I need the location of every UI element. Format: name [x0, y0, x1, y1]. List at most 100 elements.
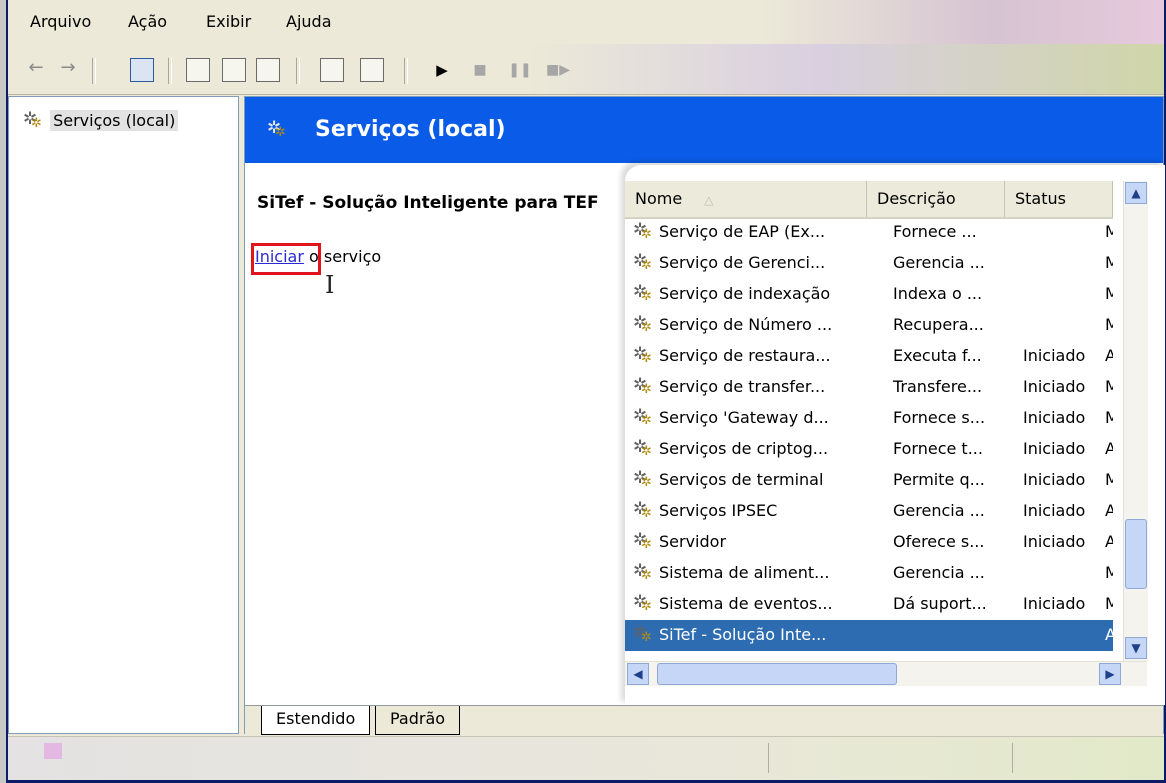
service-description: Gerencia ... — [893, 253, 985, 272]
service-name-text: Serviços IPSEC — [659, 501, 778, 520]
service-startup-type: M — [1105, 315, 1113, 334]
service-startup-type: M — [1105, 222, 1113, 241]
restart-icon[interactable]: ■▶ — [546, 58, 570, 82]
column-label: Nome — [635, 189, 683, 208]
toolbar-separator — [404, 58, 408, 84]
list-item[interactable]: Sistema de eventos... Dá suport... Iniciad… — [625, 589, 1113, 620]
scroll-up-icon[interactable]: ▲ — [1125, 182, 1147, 204]
list-item[interactable]: Serviço de Número ... Recupera... M — [625, 310, 1113, 341]
list-item[interactable]: Serviços de criptog... Fornece t... Inicia… — [625, 434, 1113, 465]
service-name-text: Serviço de restaura... — [659, 346, 831, 365]
service-gear-icon — [633, 563, 659, 584]
back-arrow-icon[interactable]: ← — [24, 56, 48, 80]
menu-arquivo[interactable]: Arquivo — [30, 12, 91, 31]
list-item[interactable]: Serviço de EAP (Ex... Fornece ... M — [625, 217, 1113, 248]
service-description: Recupera... — [893, 315, 984, 334]
list-item[interactable]: Serviço 'Gateway d... Fornece s... Iniciad… — [625, 403, 1113, 434]
list-item[interactable]: Serviço de restaura... Executa f... Inicia… — [625, 341, 1113, 372]
export-list-icon[interactable] — [256, 58, 280, 82]
service-description: Fornece ... — [893, 222, 977, 241]
service-title: SiTef - Solução Inteligente para TEF — [257, 193, 599, 213]
service-startup-type: M — [1105, 594, 1113, 613]
service-startup-type: M — [1105, 470, 1113, 489]
column-header-nome[interactable]: Nome △ — [625, 181, 867, 217]
status-divider — [768, 743, 769, 773]
list-item[interactable]: Serviço de indexação Indexa o ... M — [625, 279, 1113, 310]
service-name-text: Serviço de Gerenci... — [659, 253, 826, 272]
service-status: Iniciado — [1023, 594, 1086, 613]
forward-arrow-icon[interactable]: → — [56, 56, 80, 80]
list-item[interactable]: Serviços de terminal Permite q... Iniciado… — [625, 465, 1113, 496]
list-item[interactable]: Sistema de aliment... Gerencia ... M — [625, 558, 1113, 589]
service-description: Oferece s... — [893, 532, 985, 551]
scroll-thumb[interactable] — [1125, 519, 1147, 589]
list-item[interactable]: SiTef - Solução Inte... A — [625, 620, 1113, 651]
service-startup-type: A — [1105, 439, 1113, 458]
column-header-status[interactable]: Status — [1005, 181, 1113, 217]
refresh-icon[interactable] — [222, 58, 246, 82]
service-gear-icon — [633, 408, 659, 429]
service-name-text: Serviço de Número ... — [659, 315, 833, 334]
pause-icon[interactable]: ❚❚ — [508, 58, 532, 82]
menu-bar: Arquivo Ação Exibir Ajuda — [8, 0, 1164, 44]
service-status: Iniciado — [1023, 501, 1086, 520]
scroll-down-icon[interactable]: ▼ — [1125, 637, 1147, 659]
toolbar-separator — [92, 58, 96, 84]
toolbar: ← → ▶ ■ ❚❚ ■▶ — [8, 44, 1164, 95]
list-item[interactable]: Servidor Oferece s... Iniciado A — [625, 527, 1113, 558]
toolbar-separator — [296, 58, 300, 84]
service-name-text: Serviço de indexação — [659, 284, 831, 303]
service-name-text: Sistema de aliment... — [659, 563, 830, 582]
vertical-scrollbar[interactable]: ▲ ▼ — [1123, 181, 1148, 661]
service-status: Iniciado — [1023, 377, 1086, 396]
service-description: Gerencia ... — [893, 563, 985, 582]
service-name: Servidor — [633, 532, 877, 553]
column-header-descricao[interactable]: Descrição — [867, 181, 1005, 217]
status-bar — [8, 736, 1164, 780]
service-description: Executa f... — [893, 346, 982, 365]
list-header: Nome △ Descrição Status — [625, 181, 1113, 219]
service-status: Iniciado — [1023, 346, 1086, 365]
tree-pane: Serviços (local) — [8, 96, 239, 734]
service-gear-icon — [633, 501, 659, 522]
list-item[interactable]: Serviço de Gerenci... Gerencia ... M — [625, 248, 1113, 279]
service-description: Fornece t... — [893, 439, 983, 458]
scroll-left-icon[interactable]: ◀ — [627, 663, 649, 685]
service-name: Serviço de Gerenci... — [633, 253, 877, 274]
tree-item-servicos-local[interactable]: Serviços (local) — [23, 109, 179, 132]
play-icon[interactable]: ▶ — [430, 58, 454, 82]
tab-padrao[interactable]: Padrão — [375, 706, 461, 735]
help-icon[interactable] — [320, 58, 344, 82]
horizontal-scrollbar[interactable]: ◀ ▶ — [625, 661, 1147, 686]
scroll-right-icon[interactable]: ▶ — [1099, 663, 1121, 685]
stop-icon[interactable]: ■ — [468, 58, 492, 82]
service-startup-type: M — [1105, 377, 1113, 396]
pane-header: Serviços (local) — [245, 97, 1163, 163]
highlight-box — [251, 243, 321, 275]
service-name: Sistema de aliment... — [633, 563, 877, 584]
service-name: Serviço de restaura... — [633, 346, 877, 367]
service-status: Iniciado — [1023, 439, 1086, 458]
service-gear-icon — [633, 315, 659, 336]
menu-ajuda[interactable]: Ajuda — [286, 12, 332, 31]
show-hide-tree-icon[interactable] — [130, 58, 154, 82]
service-gear-icon — [633, 470, 659, 491]
service-startup-type: M — [1105, 253, 1113, 272]
menu-acao[interactable]: Ação — [128, 12, 167, 31]
tab-estendido[interactable]: Estendido — [261, 706, 371, 735]
action-pane-icon[interactable] — [360, 58, 384, 82]
service-name: Serviço de Número ... — [633, 315, 877, 336]
service-name: Serviço 'Gateway d... — [633, 408, 877, 429]
menu-exibir[interactable]: Exibir — [206, 12, 251, 31]
service-name: Serviço de indexação — [633, 284, 877, 305]
service-name-text: Serviço de transfer... — [659, 377, 826, 396]
properties-icon[interactable] — [186, 58, 210, 82]
service-gear-icon — [633, 377, 659, 398]
service-gear-icon — [633, 284, 659, 305]
pane-title: Serviços (local) — [315, 117, 506, 142]
service-startup-type: M — [1105, 563, 1113, 582]
scroll-thumb[interactable] — [657, 663, 897, 685]
service-startup-type: A — [1105, 625, 1113, 644]
list-item[interactable]: Serviços IPSEC Gerencia ... Iniciado A — [625, 496, 1113, 527]
list-item[interactable]: Serviço de transfer... Transfere... Inicia… — [625, 372, 1113, 403]
